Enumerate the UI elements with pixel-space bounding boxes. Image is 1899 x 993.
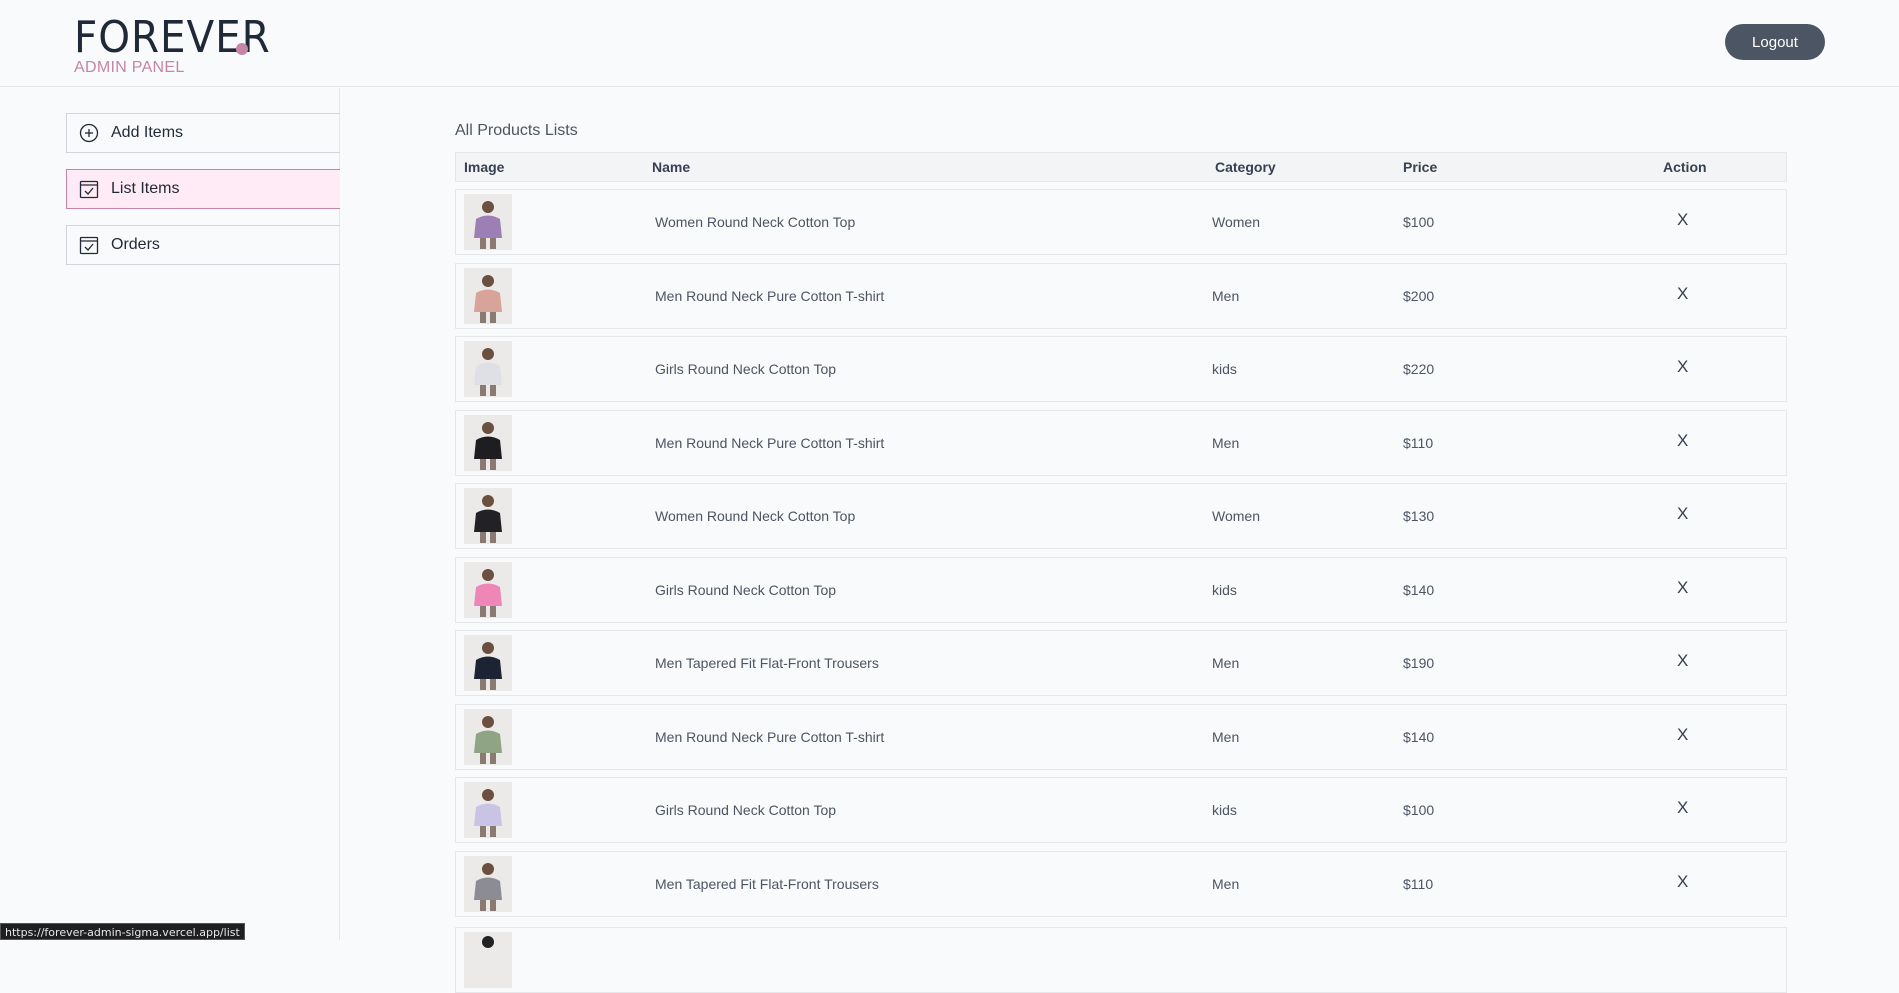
sidebar-item-list-items[interactable]: List Items [66, 169, 340, 209]
delete-product-button[interactable]: X [1677, 651, 1688, 671]
logo-dot-icon [236, 43, 248, 55]
product-price: $140 [1403, 729, 1435, 745]
product-thumbnail [464, 268, 512, 324]
product-name: Men Round Neck Pure Cotton T-shirt [655, 288, 885, 304]
table-row: Women Round Neck Cotton Top Women $130 X [455, 483, 1787, 549]
add-circle-icon [79, 123, 99, 143]
product-name: Girls Round Neck Cotton Top [655, 802, 837, 818]
admin-panel-subtitle: ADMIN PANEL [74, 59, 185, 76]
product-category: Men [1212, 435, 1240, 451]
column-header-image: Image [464, 159, 505, 175]
delete-product-button[interactable]: X [1677, 725, 1688, 745]
product-thumbnail [464, 341, 512, 397]
column-header-name: Name [652, 159, 691, 175]
status-bar-url: https://forever-admin-sigma.vercel.app/l… [0, 923, 245, 940]
product-price: $140 [1403, 582, 1435, 598]
calendar-check-icon [79, 235, 99, 255]
column-header-category: Category [1215, 159, 1276, 175]
sidebar-item-label: List Items [111, 180, 180, 197]
top-header: FOREVER ADMIN PANEL Logout [0, 0, 1899, 87]
table-row [455, 927, 1787, 993]
product-category: Men [1212, 288, 1240, 304]
page-title: All Products Lists [455, 122, 578, 139]
delete-product-button[interactable]: X [1677, 872, 1688, 892]
product-category: kids [1212, 361, 1237, 377]
product-price: $130 [1403, 508, 1435, 524]
product-category: Men [1212, 729, 1240, 745]
calendar-check-icon [79, 179, 99, 199]
table-row: Men Round Neck Pure Cotton T-shirt Men $14… [455, 704, 1787, 770]
delete-product-button[interactable]: X [1677, 578, 1688, 598]
product-price: $200 [1403, 288, 1435, 304]
delete-product-button[interactable]: X [1677, 798, 1688, 818]
product-thumbnail [464, 194, 512, 250]
table-row: Girls Round Neck Cotton Top kids $100 X [455, 777, 1787, 843]
sidebar-item-label: Orders [111, 236, 160, 253]
column-header-price: Price [1403, 159, 1438, 175]
product-name: Men Tapered Fit Flat-Front Trousers [655, 876, 879, 892]
sidebar-item-add-items[interactable]: Add Items [66, 113, 340, 153]
table-row: Girls Round Neck Cotton Top kids $140 X [455, 557, 1787, 623]
product-name: Girls Round Neck Cotton Top [655, 361, 837, 377]
sidebar-item-orders[interactable]: Orders [66, 225, 340, 265]
table-row: Men Tapered Fit Flat-Front Trousers Men $1… [455, 851, 1787, 917]
delete-product-button[interactable]: X [1677, 431, 1688, 451]
table-header: Image Name Category Price Action [455, 152, 1787, 182]
product-name: Men Round Neck Pure Cotton T-shirt [655, 435, 885, 451]
product-price: $100 [1403, 214, 1435, 230]
delete-product-button[interactable]: X [1677, 504, 1688, 524]
product-category: Women [1212, 508, 1260, 524]
product-price: $110 [1403, 876, 1434, 892]
product-thumbnail [464, 415, 512, 471]
delete-product-button[interactable]: X [1677, 284, 1688, 304]
delete-product-button[interactable]: X [1677, 357, 1688, 377]
product-name: Women Round Neck Cotton Top [655, 508, 856, 524]
sidebar-item-label: Add Items [111, 124, 184, 141]
product-thumbnail [464, 932, 512, 988]
product-price: $220 [1403, 361, 1435, 377]
product-thumbnail [464, 488, 512, 544]
product-price: $190 [1403, 655, 1435, 671]
product-name: Women Round Neck Cotton Top [655, 214, 856, 230]
table-row: Girls Round Neck Cotton Top kids $220 X [455, 336, 1787, 402]
product-thumbnail [464, 709, 512, 765]
product-thumbnail [464, 782, 512, 838]
product-category: kids [1212, 802, 1237, 818]
table-row: Men Tapered Fit Flat-Front Trousers Men $1… [455, 630, 1787, 696]
product-thumbnail [464, 856, 512, 912]
product-price: $110 [1403, 435, 1434, 451]
logout-button[interactable]: Logout [1725, 24, 1825, 60]
table-row: Men Round Neck Pure Cotton T-shirt Men $11… [455, 410, 1787, 476]
product-category: kids [1212, 582, 1237, 598]
product-thumbnail [464, 562, 512, 618]
product-price: $100 [1403, 802, 1435, 818]
product-name: Men Tapered Fit Flat-Front Trousers [655, 655, 879, 671]
delete-product-button[interactable]: X [1677, 210, 1688, 230]
column-header-action: Action [1663, 159, 1707, 175]
brand-logo[interactable]: FOREVER ADMIN PANEL [74, 16, 288, 77]
product-category: Women [1212, 214, 1260, 230]
product-name: Men Round Neck Pure Cotton T-shirt [655, 729, 885, 745]
sidebar: Add Items List Items Orders [0, 88, 340, 940]
product-thumbnail [464, 635, 512, 691]
product-category: Men [1212, 876, 1240, 892]
table-row: Women Round Neck Cotton Top Women $100 X [455, 189, 1787, 255]
table-row: Men Round Neck Pure Cotton T-shirt Men $20… [455, 263, 1787, 329]
product-category: Men [1212, 655, 1240, 671]
product-name: Girls Round Neck Cotton Top [655, 582, 837, 598]
